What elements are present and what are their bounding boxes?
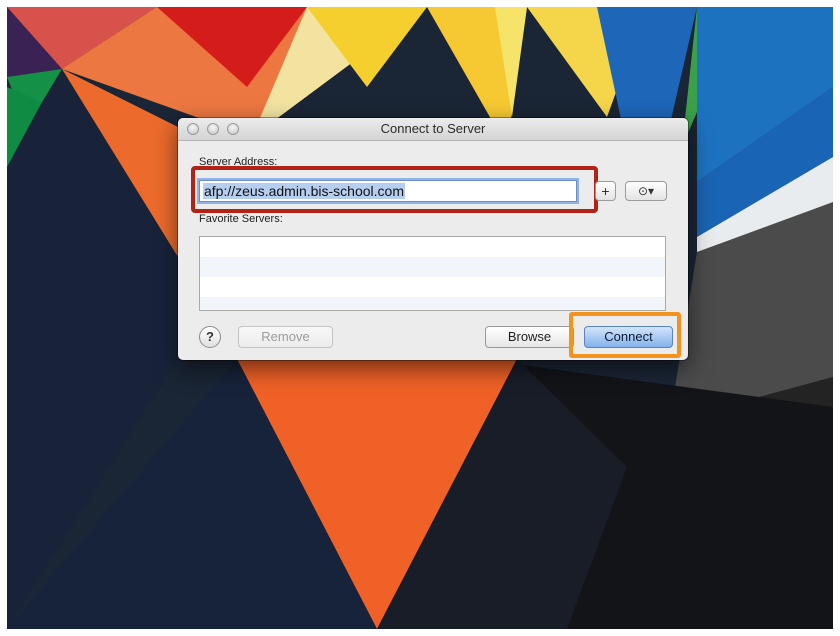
favorite-servers-label: Favorite Servers:	[199, 213, 283, 225]
connect-highlight-box	[569, 312, 681, 358]
question-mark-icon: ?	[206, 329, 214, 344]
recent-servers-button[interactable]: ⊙▾	[625, 181, 667, 201]
list-row[interactable]	[200, 277, 665, 297]
add-favorite-button[interactable]: +	[595, 181, 616, 201]
list-row[interactable]	[200, 297, 665, 310]
window-title: Connect to Server	[380, 121, 486, 136]
list-row[interactable]	[200, 237, 665, 257]
connect-to-server-dialog: Connect to Server Server Address: afp://…	[178, 118, 688, 360]
title-bar[interactable]: Connect to Server	[178, 118, 688, 141]
favorite-servers-list[interactable]	[199, 236, 666, 311]
remove-button[interactable]: Remove	[238, 326, 333, 348]
list-row[interactable]	[200, 257, 665, 277]
address-highlight-box	[191, 166, 598, 213]
screenshot-frame: Connect to Server Server Address: afp://…	[7, 7, 833, 629]
clock-icon: ⊙▾	[637, 184, 655, 198]
help-button[interactable]: ?	[199, 326, 221, 348]
browse-button[interactable]: Browse	[485, 326, 574, 348]
